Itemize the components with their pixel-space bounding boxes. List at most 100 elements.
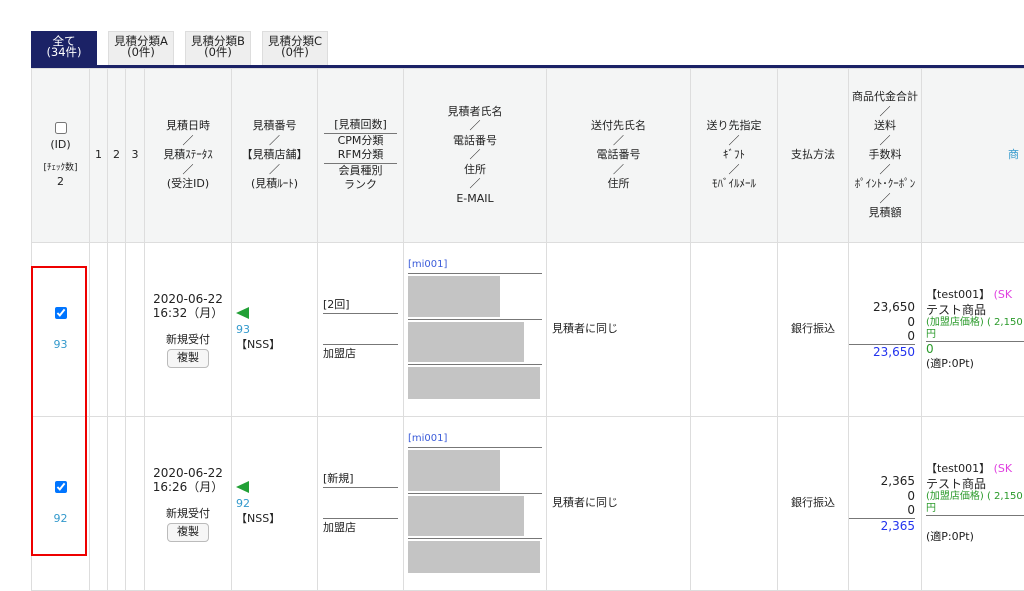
copy-button[interactable]: 複製: [167, 349, 209, 368]
status: 新規受付: [145, 333, 231, 348]
subtotal: 2,365: [849, 474, 915, 489]
header-line: ／: [404, 148, 546, 163]
shipping: 0: [849, 315, 915, 330]
header-line: ／: [849, 134, 921, 149]
header-line: 電話番号: [547, 148, 690, 163]
fee: 0: [849, 503, 915, 518]
header-line: 見積者氏名: [404, 105, 546, 120]
header-rank: ランク: [324, 178, 397, 193]
tab-count: (0件): [109, 47, 173, 58]
estimate-table: (ID)[ﾁｪｯｸ数]2 1 2 3 見積日時／見積ｽﾃｰﾀｽ／(受注ID) 見…: [31, 68, 1024, 591]
customer-cell: [mi001]: [404, 243, 547, 417]
flag-icon: [236, 307, 249, 319]
count-cell: [2回] 加盟店: [318, 243, 404, 417]
check-count-label: [ﾁｪｯｸ数]: [32, 161, 89, 176]
header-line: ／: [547, 134, 690, 149]
header-count-times: [見積回数]: [324, 118, 397, 133]
header-line: 送り先指定: [691, 119, 777, 134]
date: 2020-06-22: [145, 292, 231, 307]
status: 新規受付: [145, 507, 231, 522]
time: 16:32（月）: [145, 306, 231, 321]
product-name: テスト商品: [926, 477, 1024, 492]
estimate-number-link[interactable]: 92: [236, 497, 317, 512]
header-id: (ID): [32, 138, 89, 153]
customer-cell: [mi001]: [404, 417, 547, 591]
store: 【NSS】: [236, 512, 317, 527]
header-member-type: 会員種別: [324, 164, 397, 179]
header-cpm: CPM分類: [324, 134, 397, 149]
redacted-phone: [408, 496, 524, 536]
header-number: 見積番号／【見積店舗】／(見積ﾙｰﾄ): [232, 69, 318, 243]
header-customer: 見積者氏名／電話番号／住所／E-MAIL: [404, 69, 547, 243]
table-row: 92 2020-06-2216:26（月）新規受付複製 92【NSS】 [新規]…: [32, 417, 1024, 591]
total: 23,650: [849, 345, 915, 360]
header-line: 住所: [547, 177, 690, 192]
header-product[interactable]: 商: [922, 69, 1024, 243]
flag-icon: [236, 481, 249, 493]
customer-id-link[interactable]: [mi001]: [408, 258, 542, 273]
dest-cell: [691, 417, 778, 591]
header-line: 【見積店舗】: [232, 148, 317, 163]
header-line: ／: [232, 134, 317, 149]
total: 2,365: [849, 519, 915, 534]
tab-bar: 全て(34件) 見積分類A(0件) 見積分類B(0件) 見積分類C(0件): [31, 31, 328, 65]
redacted-address: [408, 541, 540, 573]
col-3-cell: [126, 417, 145, 591]
header-count: [見積回数] CPM分類RFM分類 会員種別ランク: [318, 69, 404, 243]
header-line: 商品代金合計: [849, 90, 921, 105]
redacted-name: [408, 276, 500, 317]
count-cell: [新規]加盟店: [318, 417, 404, 591]
selection-highlight: [31, 266, 87, 556]
amount-cell: 2,365002,365: [849, 417, 922, 591]
select-all-checkbox[interactable]: [55, 122, 67, 134]
customer-id-link[interactable]: [mi001]: [408, 432, 542, 447]
product-name: テスト商品: [926, 303, 1024, 318]
estimate-number-link[interactable]: 93: [236, 323, 317, 338]
datetime-cell: 2020-06-2216:26（月）新規受付複製: [145, 417, 232, 591]
tab-count: (0件): [263, 47, 327, 58]
col-3-cell: [126, 243, 145, 417]
time: 16:26（月）: [145, 480, 231, 495]
check-count: 2: [32, 175, 89, 190]
tab-category-b[interactable]: 見積分類B(0件): [185, 31, 251, 65]
redacted-name: [408, 450, 500, 491]
table-row: 93 2020-06-2216:32（月）新規受付複製 93【NSS】 [2回]…: [32, 243, 1024, 417]
header-line: ／: [691, 163, 777, 178]
tab-category-c[interactable]: 見積分類C(0件): [262, 31, 328, 65]
header-line: ／: [691, 134, 777, 149]
subtotal: 23,650: [849, 300, 915, 315]
header-line: 手数料: [849, 148, 921, 163]
green-value: 0: [926, 342, 1024, 357]
member-type: 加盟店: [323, 347, 398, 362]
copy-button[interactable]: 複製: [167, 523, 209, 542]
sku: (SK: [994, 462, 1013, 475]
tab-category-a[interactable]: 見積分類A(0件): [108, 31, 174, 65]
header-col-3: 3: [126, 69, 145, 243]
header-line: 見積日時: [145, 119, 231, 134]
redacted-phone: [408, 322, 524, 362]
header-dest: 送り先指定／ｷﾞﾌﾄ／ﾓﾊﾞｲﾙﾒｰﾙ: [691, 69, 778, 243]
header-line: ／: [849, 192, 921, 207]
tab-all[interactable]: 全て(34件): [31, 31, 97, 65]
ship-cell: 見積者に同じ: [547, 243, 691, 417]
product-code: 【test001】: [926, 462, 990, 475]
times: [2回]: [323, 298, 398, 313]
header-line: ｷﾞﾌﾄ: [691, 148, 777, 163]
col-2-cell: [108, 243, 126, 417]
sku: (SK: [994, 288, 1013, 301]
col-1-cell: [90, 417, 108, 591]
amount-cell: 23,6500023,650: [849, 243, 922, 417]
product-cell: 【test001】 (SKテスト商品(加盟店価格) ( 2,150円(適P:0P…: [922, 417, 1024, 591]
header-line: 見積ｽﾃｰﾀｽ: [145, 148, 231, 163]
header-line: ／: [547, 163, 690, 178]
payment-cell: 銀行振込: [778, 417, 849, 591]
number-cell: 92【NSS】: [232, 417, 318, 591]
header-line: 見積番号: [232, 119, 317, 134]
price: (加盟店価格) ( 2,150円: [926, 491, 1024, 516]
header-line: 見積額: [849, 206, 921, 221]
ship-cell: 見積者に同じ: [547, 417, 691, 591]
header-col-2: 2: [108, 69, 126, 243]
redacted-address: [408, 367, 540, 399]
points: (適P:0Pt): [926, 357, 1024, 372]
header-amount: 商品代金合計／送料／手数料／ﾎﾟｲﾝﾄ･ｸｰﾎﾟﾝ／見積額: [849, 69, 922, 243]
